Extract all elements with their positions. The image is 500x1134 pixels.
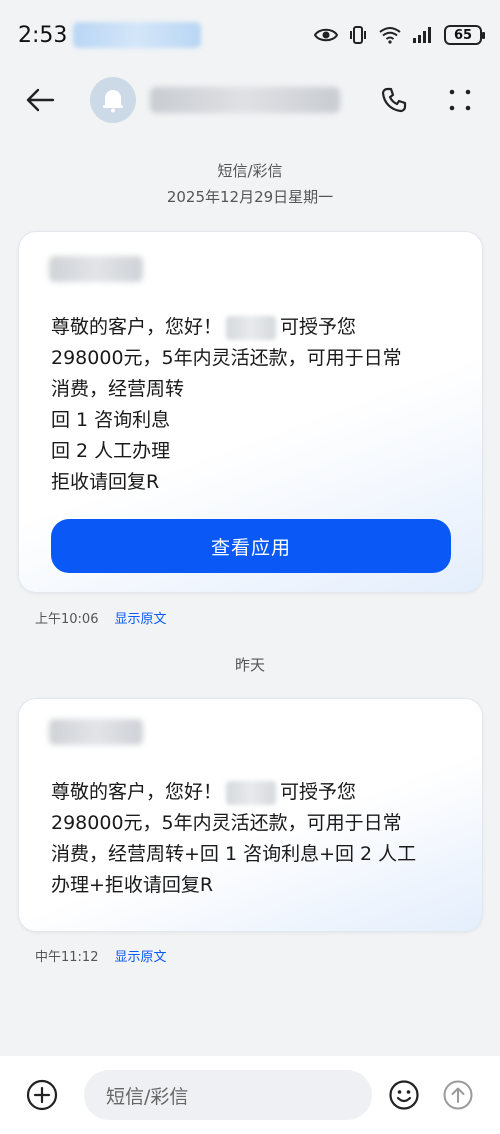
message-line: 回 1 咨询利息 <box>51 405 452 436</box>
more-vertical-icon <box>449 89 471 111</box>
plus-circle-icon <box>26 1079 58 1111</box>
message-meta: 中午11:12 显示原文 <box>35 946 166 965</box>
message-text: 可授予您 <box>280 781 357 803</box>
conversation-date-label: 2025年12月29日星期一 <box>166 188 334 206</box>
send-arrow-up-icon <box>443 1080 473 1110</box>
composer-bar: 短信/彩信 <box>0 1056 500 1134</box>
battery-icon: 65 <box>444 25 485 45</box>
arrow-left-icon <box>26 88 55 112</box>
message-card[interactable]: 尊敬的客户，您好！ 可授予您 298000元，5年内灵活还款，可用于日常 消费，经… <box>18 231 483 593</box>
add-attachment-button[interactable] <box>22 1075 62 1115</box>
message-line: 拒收请回复R <box>51 467 452 498</box>
eye-icon <box>314 28 338 42</box>
redacted-blur <box>226 315 277 340</box>
message-line: 消费，经营周转 <box>51 374 452 405</box>
message-text: 尊敬的客户，您好！ <box>51 781 223 803</box>
emoji-button[interactable] <box>386 1077 422 1113</box>
day-separator: 昨天 <box>234 656 265 674</box>
send-button[interactable] <box>440 1077 476 1113</box>
message-time: 上午10:06 <box>35 612 99 627</box>
wifi-icon <box>379 27 401 44</box>
status-bar: 2:53 65 <box>0 0 500 70</box>
message-time: 中午11:12 <box>35 950 99 965</box>
contact-avatar[interactable] <box>90 77 136 123</box>
view-app-button[interactable]: 查看应用 <box>51 519 451 573</box>
message-body: 尊敬的客户，您好！ 可授予您 298000元，5年内灵活还款，可用于日常 消费，经… <box>51 777 452 901</box>
message-line: 298000元，5年内灵活还款，可用于日常 <box>51 343 452 374</box>
message-text: 298000元，5年内灵活还款，可用于日常 <box>51 347 402 369</box>
show-original-link[interactable]: 显示原文 <box>114 608 166 627</box>
conversation-header <box>0 70 500 130</box>
contact-name-blur[interactable] <box>150 87 340 113</box>
show-original-link[interactable]: 显示原文 <box>114 946 166 965</box>
conversation-type-label: 短信/彩信 <box>217 162 283 180</box>
message-line: 回 2 人工办理 <box>51 436 452 467</box>
message-input-placeholder: 短信/彩信 <box>106 1085 189 1108</box>
message-text: 尊敬的客户，您好！ <box>51 316 223 338</box>
message-text: 办理+拒收请回复R <box>51 874 214 896</box>
status-icons: 65 <box>314 25 485 45</box>
message-line: 298000元，5年内灵活还款，可用于日常 <box>51 808 452 839</box>
bell-icon <box>103 90 123 113</box>
message-card[interactable]: 尊敬的客户，您好！ 可授予您 298000元，5年内灵活还款，可用于日常 消费，经… <box>18 698 483 932</box>
message-line: 消费，经营周转+回 1 咨询利息+回 2 人工 <box>51 839 452 870</box>
sender-name-blur <box>49 719 143 745</box>
message-text: 可授予您 <box>280 316 357 338</box>
message-text: 回 2 人工办理 <box>51 440 171 462</box>
vibrate-icon <box>350 26 366 44</box>
message-text: 拒收请回复R <box>51 471 160 493</box>
message-line: 尊敬的客户，您好！ 可授予您 <box>51 777 452 808</box>
status-time: 2:53 <box>18 22 68 48</box>
smiley-icon <box>389 1080 419 1110</box>
call-button[interactable] <box>374 80 414 120</box>
message-body: 尊敬的客户，您好！ 可授予您 298000元，5年内灵活还款，可用于日常 消费，经… <box>51 312 452 498</box>
phone-icon <box>381 87 407 113</box>
more-options-button[interactable] <box>440 80 480 120</box>
battery-level: 65 <box>453 27 473 43</box>
message-text: 298000元，5年内灵活还款，可用于日常 <box>51 812 402 834</box>
message-input[interactable]: 短信/彩信 <box>84 1070 372 1120</box>
message-line: 尊敬的客户，您好！ 可授予您 <box>51 312 452 343</box>
status-notification-blur <box>73 22 202 48</box>
message-text: 消费，经营周转 <box>51 378 185 400</box>
message-meta: 上午10:06 显示原文 <box>35 608 166 627</box>
message-text: 消费，经营周转+回 1 咨询利息+回 2 人工 <box>51 843 417 865</box>
sender-name-blur <box>49 256 143 282</box>
signal-icon <box>413 27 431 43</box>
redacted-blur <box>226 780 277 805</box>
message-line: 办理+拒收请回复R <box>51 870 452 901</box>
message-text: 回 1 咨询利息 <box>51 409 171 431</box>
back-button[interactable] <box>20 80 60 120</box>
